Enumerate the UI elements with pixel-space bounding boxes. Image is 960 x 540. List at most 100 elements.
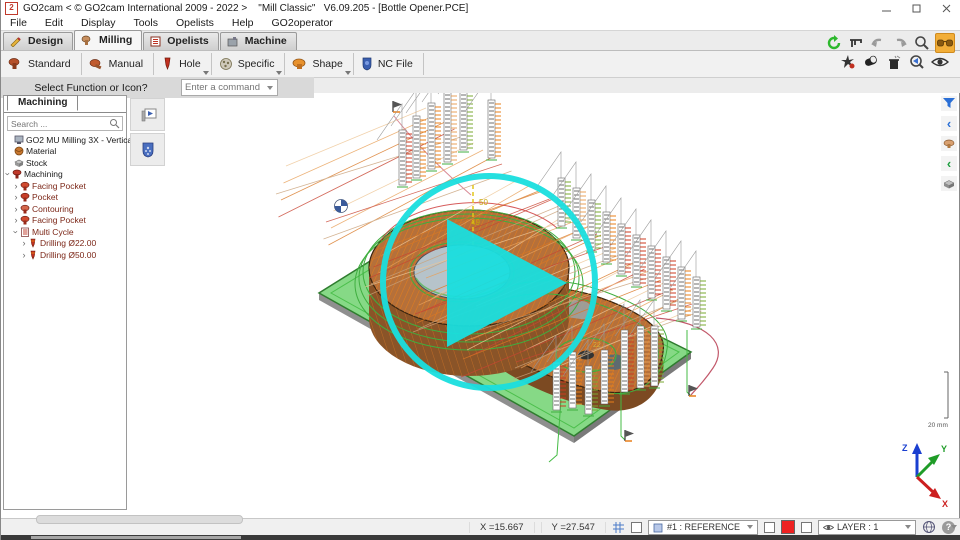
axis-x-label: X bbox=[942, 499, 948, 509]
color-checkbox[interactable] bbox=[764, 522, 775, 533]
color-dropdown-icon[interactable] bbox=[951, 525, 957, 529]
nc-file-icon bbox=[361, 57, 373, 71]
menu-help[interactable]: Help bbox=[223, 17, 263, 29]
maximize-button[interactable] bbox=[901, 0, 931, 16]
tree-item-stock[interactable]: Stock bbox=[4, 157, 126, 169]
zoom-selection-icon[interactable] bbox=[908, 53, 926, 71]
chevron-expanded-icon[interactable]: › bbox=[11, 228, 21, 236]
cursor-x-readout: X =15.667 bbox=[469, 522, 535, 533]
shape-dropdown-icon[interactable] bbox=[345, 71, 351, 75]
chevron-collapsed-icon[interactable]: › bbox=[12, 204, 20, 214]
shape-button[interactable]: Shape bbox=[285, 52, 352, 76]
specific-dropdown-icon[interactable] bbox=[276, 71, 282, 75]
menu-file[interactable]: File bbox=[1, 17, 36, 29]
filter-icon[interactable] bbox=[941, 96, 957, 111]
tab-machine[interactable]: Machine bbox=[220, 32, 297, 50]
tree-search-box[interactable] bbox=[7, 116, 123, 131]
tab-milling[interactable]: Milling bbox=[74, 30, 142, 50]
drilling-icon bbox=[28, 250, 38, 260]
current-color-swatch[interactable] bbox=[781, 520, 795, 534]
tree-item-drilling-50[interactable]: › Drilling Ø50.00 bbox=[4, 249, 126, 261]
nc-file-button[interactable]: NC File bbox=[354, 52, 423, 76]
chevron-collapsed-icon[interactable]: › bbox=[12, 181, 20, 191]
zoom-icon[interactable] bbox=[913, 34, 931, 52]
layer-combo[interactable]: LAYER : 1 bbox=[818, 520, 916, 535]
simulation-button[interactable] bbox=[130, 98, 165, 131]
tab-design[interactable]: Design bbox=[3, 32, 73, 50]
layer-combo-arrow-icon[interactable] bbox=[905, 525, 911, 529]
chevron-collapsed-icon[interactable]: › bbox=[12, 192, 20, 202]
tree-item-contouring[interactable]: › Contouring bbox=[4, 203, 126, 215]
close-button[interactable] bbox=[931, 0, 960, 16]
command-prompt-label: Select Function or Icon? bbox=[1, 82, 181, 94]
menu-tools[interactable]: Tools bbox=[124, 17, 167, 29]
chevron-collapsed-icon[interactable]: › bbox=[20, 250, 28, 260]
color-picker[interactable] bbox=[781, 520, 795, 534]
hole-icon bbox=[161, 57, 174, 71]
tree-item-facing-pocket-2[interactable]: › Facing Pocket bbox=[4, 215, 126, 227]
search-input[interactable] bbox=[8, 119, 109, 129]
tool-shield-button[interactable] bbox=[130, 133, 165, 166]
machine-icon bbox=[227, 36, 239, 47]
delete-magic-icon[interactable] bbox=[885, 53, 903, 71]
collapse-left-blue-icon[interactable]: ‹ bbox=[941, 116, 957, 131]
eraser-icon[interactable] bbox=[862, 53, 880, 71]
hide-elements-icon[interactable] bbox=[839, 53, 857, 71]
hole-button[interactable]: Hole bbox=[154, 52, 211, 76]
menu-edit[interactable]: Edit bbox=[36, 17, 72, 29]
tool-display-icon[interactable] bbox=[941, 136, 957, 151]
standard-button[interactable]: Standard bbox=[1, 52, 81, 76]
machining-tree: GO2 MU Milling 3X - Vertical Material St… bbox=[4, 134, 126, 261]
command-combo[interactable] bbox=[181, 79, 278, 96]
tree-item-drilling-22[interactable]: › Drilling Ø22.00 bbox=[4, 238, 126, 250]
reference-checkbox[interactable] bbox=[631, 522, 642, 533]
scrollbar-thumb[interactable] bbox=[36, 515, 243, 524]
tree-item-machining[interactable]: › Machining bbox=[4, 169, 126, 181]
layer-checkbox[interactable] bbox=[801, 522, 812, 533]
tree-item-machine[interactable]: GO2 MU Milling 3X - Vertical bbox=[4, 134, 126, 146]
manual-button[interactable]: Manual bbox=[82, 52, 153, 76]
measure-caliper-icon[interactable] bbox=[847, 34, 865, 52]
facing-pocket-icon bbox=[20, 181, 30, 191]
tree-item-material[interactable]: Material bbox=[4, 146, 126, 158]
chevron-collapsed-icon[interactable]: › bbox=[20, 238, 28, 248]
menu-display[interactable]: Display bbox=[72, 17, 124, 29]
window-title: GO2cam < © GO2cam International 2009 - 2… bbox=[23, 3, 468, 14]
scale-label: 20 mm bbox=[928, 422, 948, 429]
menu-opelists[interactable]: Opelists bbox=[167, 17, 223, 29]
specific-icon bbox=[219, 57, 233, 71]
machine-def-icon bbox=[14, 135, 24, 145]
render-glasses-icon[interactable] bbox=[935, 33, 955, 53]
command-combo-arrow-icon[interactable] bbox=[267, 86, 273, 90]
undo-icon[interactable] bbox=[869, 34, 887, 52]
standard-icon bbox=[8, 57, 23, 71]
machining-panel-tab[interactable]: Machining bbox=[7, 95, 78, 111]
minimize-button[interactable] bbox=[871, 0, 901, 16]
command-input[interactable] bbox=[182, 82, 268, 93]
grid-icon[interactable] bbox=[612, 521, 625, 534]
cursor-y-readout: Y =27.547 bbox=[541, 522, 606, 533]
regenerate-icon[interactable] bbox=[825, 34, 843, 52]
menu-go2operator[interactable]: GO2operator bbox=[263, 17, 342, 29]
tree-item-multi-cycle[interactable]: › Multi Cycle bbox=[4, 226, 126, 238]
specific-button[interactable]: Specific bbox=[212, 52, 285, 76]
view-globe-icon[interactable] bbox=[922, 520, 936, 534]
chevron-expanded-icon[interactable]: › bbox=[3, 170, 13, 178]
ribbon: Design Milling Opelists Machine Standard… bbox=[1, 30, 960, 93]
reference-combo-arrow-icon[interactable] bbox=[747, 525, 753, 529]
hole-dropdown-icon[interactable] bbox=[203, 71, 209, 75]
search-icon bbox=[109, 118, 120, 129]
stock-display-icon[interactable] bbox=[941, 176, 957, 191]
visibility-eye-icon[interactable] bbox=[931, 53, 949, 71]
reference-combo[interactable]: #1 : REFERENCE bbox=[648, 520, 758, 535]
menu-bar: File Edit Display Tools Opelists Help GO… bbox=[1, 16, 960, 30]
tab-opelists[interactable]: Opelists bbox=[143, 32, 218, 50]
chevron-collapsed-icon[interactable]: › bbox=[12, 215, 20, 225]
tree-item-facing-pocket-1[interactable]: › Facing Pocket bbox=[4, 180, 126, 192]
tree-item-pocket[interactable]: › Pocket bbox=[4, 192, 126, 204]
opelists-icon bbox=[150, 36, 161, 47]
stock-icon bbox=[14, 158, 24, 168]
shield-icon bbox=[141, 142, 155, 158]
collapse-left-green-icon[interactable]: ‹ bbox=[941, 156, 957, 171]
redo-icon[interactable] bbox=[891, 34, 909, 52]
